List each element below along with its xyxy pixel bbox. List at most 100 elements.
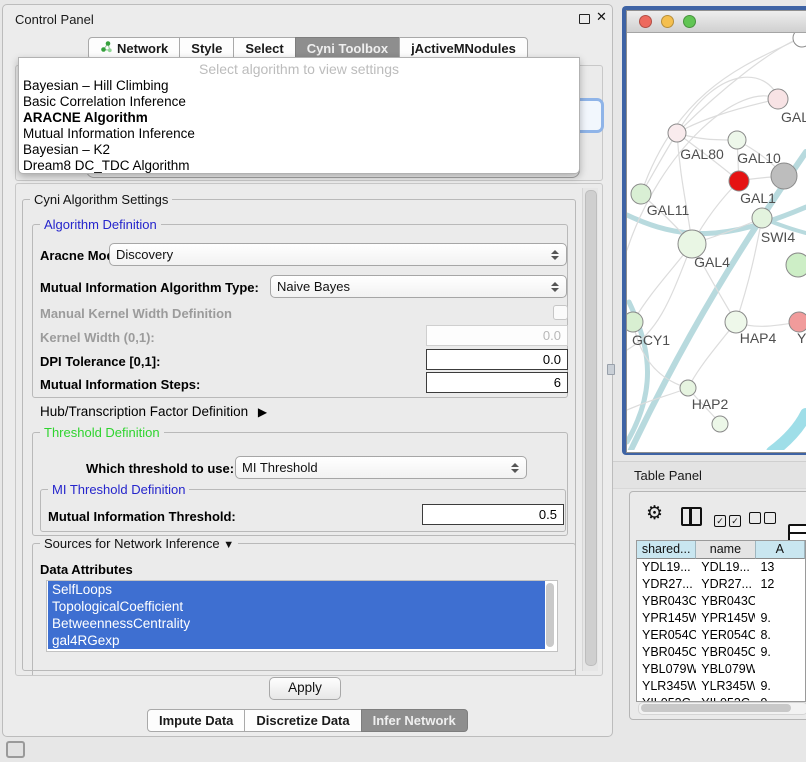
table-row[interactable]: YDL19...YDL19...13 bbox=[637, 559, 805, 576]
minimize-traffic-light[interactable] bbox=[661, 15, 674, 28]
net-node-gal10[interactable] bbox=[728, 131, 746, 149]
mi-algorithm-type-label: Mutual Information Algorithm Type: bbox=[40, 280, 259, 295]
net-node-label: Y bbox=[797, 330, 806, 346]
dropdown-item-bayesian-hill-climbing[interactable]: Bayesian – Hill Climbing bbox=[21, 78, 577, 94]
data-attributes-label: Data Attributes bbox=[40, 562, 133, 577]
table-cell: 9. bbox=[755, 695, 805, 702]
table-cell bbox=[755, 593, 805, 610]
algorithm-dropdown-items: Bayesian – Hill ClimbingBasic Correlatio… bbox=[21, 78, 577, 174]
table-panel-bar: Table Panel bbox=[613, 461, 806, 489]
kernel-width-field[interactable] bbox=[426, 325, 568, 346]
mi-threshold-field[interactable] bbox=[422, 504, 564, 525]
which-threshold-combo[interactable]: MI Threshold bbox=[235, 456, 527, 479]
network-canvas[interactable]: GALGAL80GAL10GAL1GAL11SWI4GAL4GCY1HAP4YH… bbox=[627, 33, 806, 450]
dropdown-item-mutual-information-inference[interactable]: Mutual Information Inference bbox=[21, 126, 577, 142]
net-node[interactable] bbox=[712, 416, 728, 432]
dpi-tolerance-label: DPI Tolerance [0,1]: bbox=[40, 354, 160, 369]
apply-button[interactable]: Apply bbox=[269, 677, 341, 700]
net-node-gal11[interactable] bbox=[631, 184, 651, 204]
select-all-checkboxes-icon[interactable]: ✓✓ bbox=[714, 511, 744, 529]
net-edge bbox=[677, 99, 778, 133]
mi-steps-field[interactable] bbox=[426, 372, 568, 393]
mi-algorithm-type-value: Naive Bayes bbox=[277, 279, 549, 294]
tab-infer-network[interactable]: Infer Network bbox=[361, 709, 468, 732]
table-row[interactable]: YER054CYER054C8. bbox=[637, 627, 805, 644]
net-node-label: SWI4 bbox=[761, 229, 795, 245]
net-node-gal80[interactable] bbox=[668, 124, 686, 142]
net-edge bbox=[677, 77, 778, 133]
aracne-mode-combo[interactable]: Discovery bbox=[109, 243, 567, 266]
table-cell: YBR043C bbox=[637, 593, 696, 610]
mi-steps-label: Mutual Information Steps: bbox=[40, 377, 200, 392]
network-window-titlebar[interactable] bbox=[627, 11, 806, 33]
attribute-item-gal4rgexp[interactable]: gal4RGexp bbox=[48, 632, 545, 649]
table-cell: YPR145W bbox=[637, 610, 696, 627]
settings-scrollbar[interactable] bbox=[582, 188, 598, 671]
sources-toggle[interactable]: Sources for Network Inference ▼ bbox=[40, 536, 238, 551]
table-cell: YBL079W bbox=[696, 661, 755, 678]
close-icon[interactable]: ✕ bbox=[596, 9, 607, 25]
dpi-tolerance-field[interactable] bbox=[426, 349, 568, 370]
attribute-item-betweennesscentrality[interactable]: BetweennessCentrality bbox=[48, 615, 545, 632]
column-header-shared-[interactable]: shared... bbox=[637, 541, 696, 559]
zoom-traffic-light[interactable] bbox=[683, 15, 696, 28]
attribute-item-topologicalcoefficient[interactable]: TopologicalCoefficient bbox=[48, 598, 545, 615]
table-cell: YDL19... bbox=[637, 559, 696, 576]
net-node-hap2[interactable] bbox=[680, 380, 696, 396]
mi-algorithm-type-combo[interactable]: Naive Bayes bbox=[270, 275, 567, 298]
table-hscrollbar-thumb[interactable] bbox=[641, 704, 791, 712]
table-row[interactable]: YIL052CYIL052C9. bbox=[637, 695, 805, 702]
net-node-gal1[interactable] bbox=[729, 171, 749, 191]
table-row[interactable]: YLR345WYLR345W9. bbox=[637, 678, 805, 695]
net-node-y[interactable] bbox=[789, 312, 806, 332]
data-attributes-list[interactable]: SelfLoopsTopologicalCoefficientBetweenne… bbox=[46, 580, 558, 652]
net-node[interactable] bbox=[786, 253, 806, 277]
table-cell: YIL052C bbox=[696, 695, 755, 702]
close-traffic-light[interactable] bbox=[639, 15, 652, 28]
dropdown-item-dream8-dc-tdc-algorithm[interactable]: Dream8 DC_TDC Algorithm bbox=[21, 158, 577, 174]
deselect-all-checkboxes-icon[interactable] bbox=[749, 511, 779, 529]
net-node-swi4[interactable] bbox=[752, 208, 772, 228]
table-row[interactable]: YBL079WYBL079W bbox=[637, 661, 805, 678]
tab-label: jActiveMNodules bbox=[411, 38, 516, 59]
net-node[interactable] bbox=[793, 33, 806, 47]
minimized-panel-icon[interactable] bbox=[6, 741, 25, 758]
net-node-gcy1[interactable] bbox=[627, 312, 643, 332]
net-node[interactable] bbox=[771, 163, 797, 189]
expand-down-icon: ▼ bbox=[223, 539, 234, 551]
gear-icon[interactable]: ⚙ bbox=[646, 502, 663, 525]
algorithm-dropdown-prompt: Select algorithm to view settings bbox=[19, 61, 579, 77]
attribute-item-selfloops[interactable]: SelfLoops bbox=[48, 581, 545, 598]
node-table[interactable]: shared...nameA YDL19...YDL19...13YDR27..… bbox=[636, 540, 806, 702]
dropdown-item-bayesian-k2[interactable]: Bayesian – K2 bbox=[21, 142, 577, 158]
tab-impute-data[interactable]: Impute Data bbox=[147, 709, 245, 732]
table-row[interactable]: YBR045CYBR045C9. bbox=[637, 644, 805, 661]
table-row[interactable]: YBR043CYBR043C bbox=[637, 593, 805, 610]
tab-label: Infer Network bbox=[373, 710, 456, 731]
net-node-label: GCY1 bbox=[632, 332, 670, 348]
table-cell: YER054C bbox=[637, 627, 696, 644]
columns-icon[interactable] bbox=[681, 507, 702, 526]
manual-kernel-checkbox[interactable] bbox=[553, 305, 568, 320]
settings-scroll-panel: Cyni Algorithm Settings Algorithm Defini… bbox=[15, 183, 603, 676]
table-cell: 9. bbox=[755, 610, 805, 627]
attributes-scrollbar-thumb[interactable] bbox=[546, 583, 554, 647]
table-row[interactable]: YDR27...YDR27...12 bbox=[637, 576, 805, 593]
combo-spinner-icon bbox=[549, 282, 560, 292]
float-window-icon[interactable] bbox=[579, 14, 590, 24]
manual-kernel-label: Manual Kernel Width Definition bbox=[40, 306, 232, 321]
table-hscrollbar[interactable] bbox=[638, 702, 806, 715]
hub-definition-toggle[interactable]: Hub/Transcription Factor Definition ▶ bbox=[40, 404, 267, 419]
net-node-gal[interactable] bbox=[768, 89, 788, 109]
net-node-label: GAL10 bbox=[737, 150, 781, 166]
dropdown-item-aracne-algorithm[interactable]: ARACNE Algorithm bbox=[21, 110, 577, 126]
tab-discretize-data[interactable]: Discretize Data bbox=[244, 709, 361, 732]
settings-scrollbar-thumb[interactable] bbox=[585, 190, 597, 666]
panel-splitter-handle[interactable] bbox=[607, 364, 615, 375]
column-header-name[interactable]: name bbox=[696, 541, 755, 559]
table-row[interactable]: YPR145WYPR145W9. bbox=[637, 610, 805, 627]
column-header-a[interactable]: A bbox=[756, 541, 805, 559]
cyni-settings-group-title: Cyni Algorithm Settings bbox=[30, 192, 172, 207]
dropdown-item-basic-correlation-inference[interactable]: Basic Correlation Inference bbox=[21, 94, 577, 110]
table-cell: YER054C bbox=[696, 627, 755, 644]
